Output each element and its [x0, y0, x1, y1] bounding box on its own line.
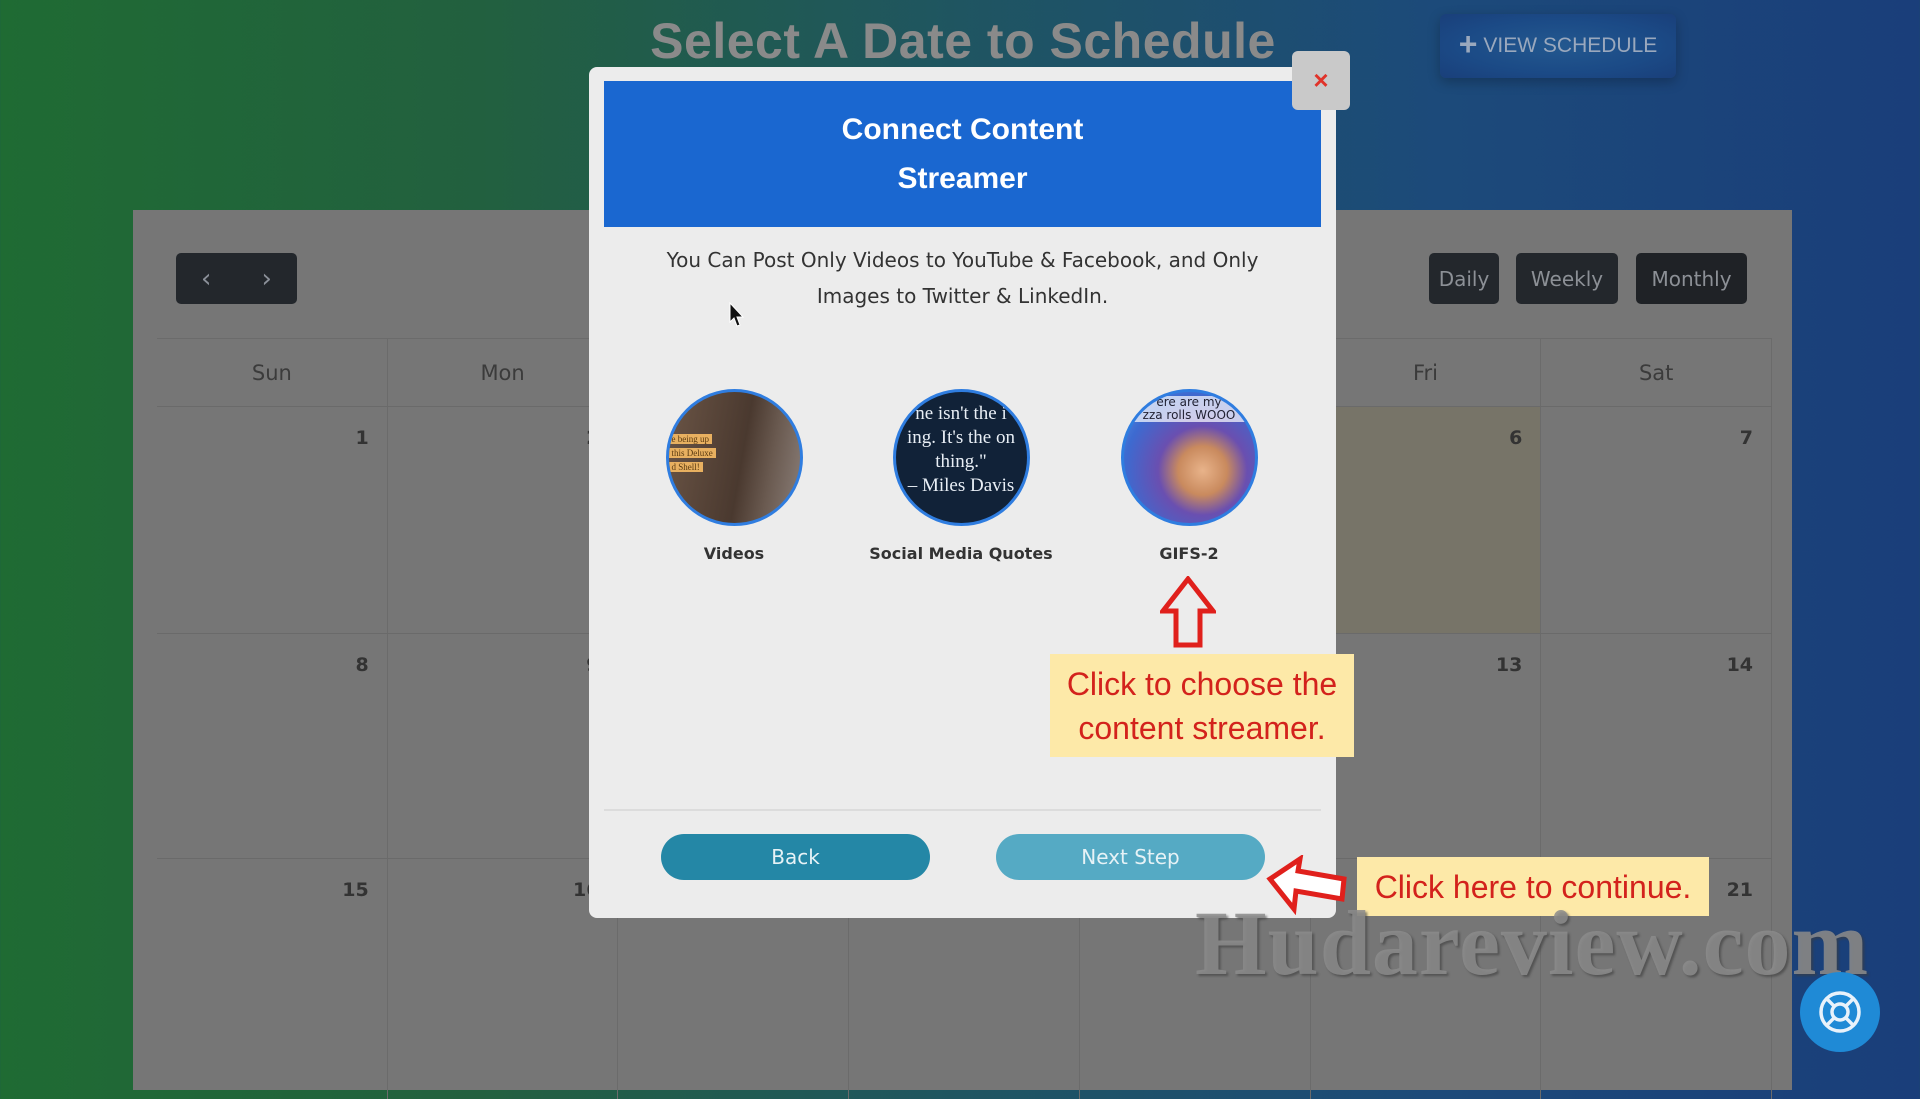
- thumb-quote: ne isn't the i ing. It's the on thing." …: [896, 402, 1027, 498]
- day-cell[interactable]: 1: [157, 407, 388, 633]
- day-cell[interactable]: 2: [388, 407, 619, 633]
- prev-month-button[interactable]: ‹: [191, 264, 221, 294]
- view-weekly-button[interactable]: Weekly: [1516, 253, 1618, 304]
- thumb-caption: e being up: [668, 434, 712, 444]
- day-cell[interactable]: 15: [157, 859, 388, 1099]
- weekday-sat: Sat: [1541, 339, 1773, 406]
- streamer-option-gifs-2[interactable]: ere are my zza rolls WOOO GIFS-2: [1079, 389, 1299, 563]
- annotation-choose-streamer: Click to choose the content streamer.: [1050, 654, 1354, 757]
- streamer-option-social-media-quotes[interactable]: ne isn't the i ing. It's the on thing." …: [851, 389, 1071, 563]
- day-number: 8: [355, 654, 369, 676]
- thumb-caption: this Deluxe: [668, 448, 716, 458]
- annotation-arrow-up-icon: [1160, 576, 1216, 648]
- streamer-label: Videos: [703, 544, 765, 563]
- close-icon: ×: [1313, 65, 1329, 95]
- day-number: 15: [342, 879, 369, 901]
- next-month-button[interactable]: ›: [252, 264, 282, 294]
- watermark: Hudareview.com: [1195, 892, 1870, 994]
- weekday-fri: Fri: [1311, 339, 1542, 406]
- modal-divider: [604, 809, 1321, 811]
- back-button[interactable]: Back: [661, 834, 930, 880]
- view-schedule-button[interactable]: + VIEW SCHEDULE: [1440, 14, 1676, 78]
- weekday-sun: Sun: [157, 339, 388, 406]
- day-number: 14: [1726, 654, 1754, 676]
- connect-streamer-modal: Connect Content Streamer You Can Post On…: [589, 67, 1336, 918]
- quote-line: thing.": [935, 451, 987, 472]
- modal-header: Connect Content Streamer: [604, 81, 1321, 227]
- mouse-cursor-icon: [729, 302, 745, 327]
- streamer-thumbnail[interactable]: e being up this Deluxe d Shell!: [665, 389, 803, 526]
- day-cell-today[interactable]: 6: [1310, 407, 1542, 633]
- view-monthly-button[interactable]: Monthly: [1636, 253, 1747, 304]
- weekday-mon: Mon: [388, 339, 619, 406]
- help-button[interactable]: [1800, 972, 1880, 1052]
- day-cell[interactable]: 16: [388, 859, 619, 1099]
- quote-line: ing. It's the on: [907, 427, 1015, 448]
- caption-line: zza rolls WOOO: [1142, 408, 1236, 422]
- day-number: 6: [1509, 427, 1523, 449]
- day-number: 7: [1739, 427, 1754, 449]
- streamer-label: Social Media Quotes: [869, 544, 1053, 563]
- thumb-caption: d Shell!: [668, 462, 703, 472]
- streamer-thumbnail[interactable]: ne isn't the i ing. It's the on thing." …: [892, 389, 1030, 526]
- plus-icon: +: [1458, 26, 1478, 62]
- day-cell[interactable]: 8: [157, 634, 388, 858]
- streamer-label: GIFS-2: [1159, 544, 1219, 563]
- streamer-thumbnail[interactable]: ere are my zza rolls WOOO: [1120, 389, 1258, 526]
- view-daily-button[interactable]: Daily: [1429, 253, 1499, 304]
- day-cell[interactable]: 14: [1541, 634, 1773, 858]
- day-cell[interactable]: 7: [1541, 407, 1773, 633]
- day-number: 13: [1495, 654, 1523, 676]
- modal-title: Connect Content Streamer: [841, 113, 1084, 195]
- lifebuoy-icon: [1819, 991, 1861, 1033]
- quote-line: ne isn't the i: [915, 403, 1007, 424]
- streamer-option-videos[interactable]: e being up this Deluxe d Shell! Videos: [624, 389, 844, 563]
- thumb-caption: ere are my zza rolls WOOO: [1123, 396, 1255, 422]
- quote-line: – Miles Davis: [907, 475, 1015, 496]
- next-step-button[interactable]: Next Step: [996, 834, 1265, 880]
- calendar-nav: ‹ ›: [176, 253, 297, 304]
- day-cell[interactable]: 9: [388, 634, 619, 858]
- close-modal-button[interactable]: ×: [1292, 51, 1350, 110]
- view-schedule-label: VIEW SCHEDULE: [1483, 34, 1658, 57]
- day-number: 1: [355, 427, 369, 449]
